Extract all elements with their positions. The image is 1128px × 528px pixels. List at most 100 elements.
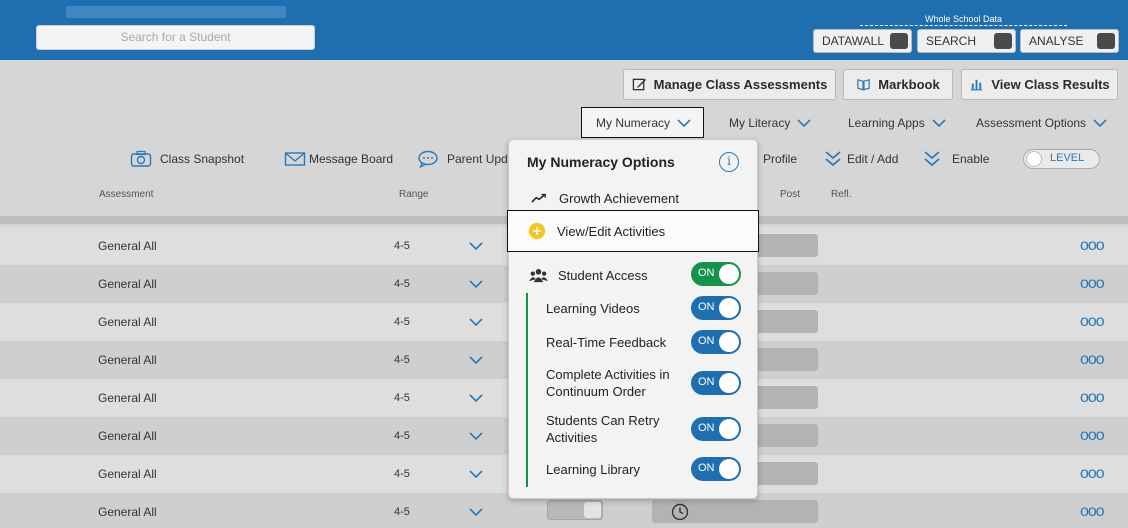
more-options-icon[interactable]: ooo — [1080, 313, 1105, 331]
indent-line — [526, 293, 528, 487]
student-search-input[interactable]: Search for a Student — [36, 25, 315, 50]
learning-videos-toggle[interactable]: ON — [691, 296, 741, 320]
learning-library-toggle[interactable]: ON — [691, 457, 741, 481]
snapshot-label: Class Snapshot — [160, 152, 245, 166]
whole-school-data-label: Whole School Data — [860, 14, 1067, 26]
retry-line-1: Students Can Retry — [546, 413, 660, 428]
plus-circle-icon — [527, 221, 547, 241]
student-access-toggle[interactable]: ON — [691, 262, 741, 286]
manage-label: Manage Class Assessments — [653, 77, 828, 92]
range-cell: 4-5 — [394, 354, 410, 366]
edit-add-button[interactable]: Edit / Add — [824, 148, 898, 170]
message-label: Message Board — [309, 152, 394, 166]
tab-my-numeracy[interactable]: My Numeracy — [581, 107, 705, 138]
range-cell: 4-5 — [394, 430, 410, 442]
view-edit-label: View/Edit Activities — [557, 223, 666, 239]
envelope-icon — [284, 152, 306, 166]
search-toggle-icon — [994, 33, 1012, 49]
more-options-icon[interactable]: ooo — [1080, 389, 1105, 407]
level-toggle[interactable]: LEVEL — [1023, 149, 1100, 169]
continuum-line-1: Complete Activities in — [546, 367, 670, 382]
analyse-label: ANALYSE — [1029, 34, 1084, 48]
datawall-toggle-icon — [890, 33, 908, 49]
chevron-down-icon[interactable] — [469, 508, 483, 516]
more-options-icon[interactable]: ooo — [1080, 427, 1105, 445]
tab-assessment-options[interactable]: Assessment Options — [976, 107, 1107, 138]
analyse-button[interactable]: ANALYSE — [1020, 29, 1119, 53]
range-cell: 4-5 — [394, 506, 410, 518]
row-toggle[interactable] — [547, 500, 603, 520]
trend-up-icon — [529, 188, 549, 208]
search-button[interactable]: SEARCH — [917, 29, 1016, 53]
continuum-order-toggle[interactable]: ON — [691, 371, 741, 395]
retry-activities-toggle[interactable]: ON — [691, 417, 741, 441]
chat-bubble-icon — [418, 150, 438, 168]
growth-label: Growth Achievement — [559, 190, 679, 206]
edit-icon — [632, 78, 646, 91]
toggle-knob — [719, 419, 739, 439]
level-label: LEVEL — [1050, 152, 1085, 164]
real-time-feedback-toggle[interactable]: ON — [691, 330, 741, 354]
profile-button[interactable]: Profile — [763, 148, 797, 170]
view-edit-activities-item[interactable]: View/Edit Activities — [507, 210, 759, 252]
clock-icon — [671, 503, 689, 520]
more-options-icon[interactable]: ooo — [1080, 465, 1105, 483]
tab-my-literacy[interactable]: My Literacy — [729, 107, 811, 138]
chevron-down-icon[interactable] — [469, 470, 483, 478]
book-icon — [857, 79, 871, 91]
chevron-down-icon[interactable] — [469, 432, 483, 440]
more-options-icon[interactable]: ooo — [1080, 503, 1105, 521]
more-options-icon[interactable]: ooo — [1080, 351, 1105, 369]
message-board-button[interactable]: Message Board — [284, 148, 393, 170]
learning-library-label: Learning Library — [546, 462, 640, 477]
toggle-on-label: ON — [698, 376, 715, 388]
status-bar — [652, 500, 818, 523]
chevron-down-icon[interactable] — [469, 280, 483, 288]
bar-chart-icon — [971, 79, 983, 91]
more-options-icon[interactable]: ooo — [1080, 237, 1105, 255]
range-cell: 4-5 — [394, 240, 410, 252]
toggle-knob — [719, 459, 739, 479]
range-cell: 4-5 — [394, 316, 410, 328]
toggle-knob — [1026, 151, 1042, 167]
chevron-down-icon[interactable] — [469, 394, 483, 402]
assessment-cell: General All — [98, 505, 157, 519]
markbook-button[interactable]: Markbook — [843, 69, 953, 100]
assessment-cell: General All — [98, 429, 157, 443]
numeracy-label: My Numeracy — [596, 115, 671, 130]
chevron-down-icon — [797, 118, 811, 127]
tab-learning-apps[interactable]: Learning Apps — [848, 107, 946, 138]
enable-button[interactable]: Enable — [923, 148, 989, 170]
range-cell: 4-5 — [394, 392, 410, 404]
assessment-cell: General All — [98, 239, 157, 253]
column-header-post: Post — [780, 189, 801, 200]
parent-updates-button[interactable]: Parent Upda — [417, 148, 514, 170]
manage-class-assessments-button[interactable]: Manage Class Assessments — [623, 69, 836, 100]
profile-label: Profile — [763, 152, 798, 166]
growth-achievement-item[interactable]: Growth Achievement — [529, 188, 777, 208]
chevron-down-icon[interactable] — [469, 242, 483, 250]
markbook-label: Markbook — [878, 77, 940, 92]
double-chevron-down-icon — [924, 151, 940, 167]
panel-title: My Numeracy Options — [527, 154, 675, 170]
assessment-cell: General All — [98, 467, 157, 481]
class-snapshot-button[interactable]: Class Snapshot — [130, 148, 244, 170]
more-options-icon[interactable]: ooo — [1080, 275, 1105, 293]
datawall-button[interactable]: DATAWALL — [813, 29, 912, 53]
datawall-label: DATAWALL — [822, 34, 885, 48]
learning-videos-label: Learning Videos — [546, 301, 640, 316]
numeracy-options-panel: My Numeracy Options i Growth Achievement… — [507, 139, 759, 499]
toggle-knob — [719, 332, 739, 352]
info-icon[interactable]: i — [719, 152, 739, 172]
results-label: View Class Results — [991, 77, 1110, 92]
top-bar: Search for a Student Whole School Data D… — [0, 0, 1128, 60]
toggle-knob — [584, 502, 601, 518]
apps-label: Learning Apps — [848, 115, 925, 130]
chevron-down-icon[interactable] — [469, 356, 483, 364]
toggle-knob — [719, 373, 739, 393]
chevron-down-icon[interactable] — [469, 318, 483, 326]
column-header-range: Range — [399, 189, 429, 200]
assessment-cell: General All — [98, 391, 157, 405]
search-label: SEARCH — [926, 34, 977, 48]
view-class-results-button[interactable]: View Class Results — [961, 69, 1118, 100]
